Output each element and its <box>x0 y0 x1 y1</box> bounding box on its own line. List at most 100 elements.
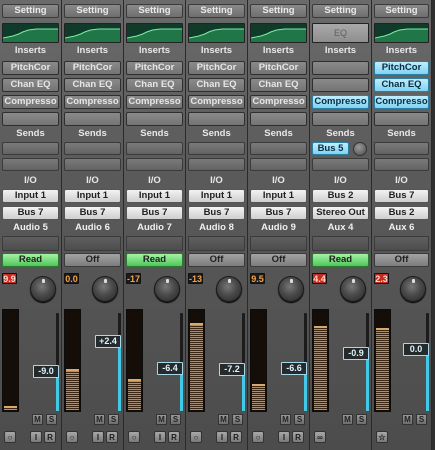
channel-name[interactable]: Audio 6 <box>64 222 121 234</box>
insert-slot[interactable]: Compresso <box>188 95 245 109</box>
insert-slot[interactable]: PitchCor <box>2 61 59 75</box>
insert-slot[interactable] <box>312 112 369 126</box>
record-button[interactable]: R <box>106 431 118 443</box>
channel-name[interactable]: Audio 7 <box>126 222 183 234</box>
peak-display[interactable]: 4.4 <box>312 273 327 284</box>
insert-slot[interactable] <box>250 112 307 126</box>
send-slot[interactable] <box>374 142 429 155</box>
pan-knob[interactable] <box>400 276 426 302</box>
insert-slot[interactable]: Chan EQ <box>250 78 307 92</box>
fader-value[interactable]: -6.6 <box>281 362 307 375</box>
send-slot[interactable] <box>250 142 307 155</box>
group-slot[interactable] <box>312 236 369 251</box>
insert-slot[interactable]: Compresso <box>374 95 429 109</box>
setting-button[interactable]: Setting <box>126 4 183 18</box>
send-slot[interactable] <box>2 158 59 171</box>
fader-value[interactable]: +2.4 <box>95 335 121 348</box>
monitor-icon[interactable]: ○ <box>190 431 202 443</box>
mute-button[interactable]: M <box>32 414 43 425</box>
channel-name[interactable]: Aux 6 <box>374 222 429 234</box>
input-monitor-button[interactable]: I <box>92 431 104 443</box>
send-level-knob[interactable] <box>353 142 367 156</box>
eq-thumbnail[interactable]: EQ <box>312 23 369 43</box>
channel-name[interactable]: Audio 5 <box>2 222 59 234</box>
setting-button[interactable]: Setting <box>188 4 245 18</box>
output-slot[interactable]: Bus 7 <box>64 206 121 220</box>
input-slot[interactable]: Input 1 <box>64 189 121 203</box>
star-icon[interactable]: ☆ <box>376 431 388 443</box>
channel-name[interactable]: Aux 4 <box>312 222 369 234</box>
automation-mode-button[interactable]: Off <box>250 253 307 267</box>
record-button[interactable]: R <box>44 431 56 443</box>
automation-mode-button[interactable]: Read <box>312 253 369 267</box>
input-slot[interactable]: Input 1 <box>126 189 183 203</box>
solo-button[interactable]: S <box>232 414 243 425</box>
setting-button[interactable]: Setting <box>64 4 121 18</box>
fader-value[interactable]: -7.2 <box>219 363 245 376</box>
fader-value[interactable]: -9.0 <box>33 365 59 378</box>
insert-slot[interactable] <box>2 112 59 126</box>
insert-slot[interactable]: Chan EQ <box>126 78 183 92</box>
insert-slot[interactable]: Chan EQ <box>64 78 121 92</box>
input-monitor-button[interactable]: I <box>278 431 290 443</box>
peak-display[interactable]: 0.0 <box>64 273 79 284</box>
monitor-icon[interactable]: ○ <box>4 431 16 443</box>
mute-button[interactable]: M <box>156 414 167 425</box>
automation-mode-button[interactable]: Off <box>188 253 245 267</box>
pan-knob[interactable] <box>216 276 242 302</box>
solo-button[interactable]: S <box>108 414 119 425</box>
eq-thumbnail[interactable] <box>64 23 121 43</box>
insert-slot[interactable]: Chan EQ <box>2 78 59 92</box>
eq-thumbnail[interactable] <box>2 23 59 43</box>
group-slot[interactable] <box>374 236 429 251</box>
input-slot[interactable]: Input 1 <box>250 189 307 203</box>
input-slot[interactable]: Bus 7 <box>374 189 429 203</box>
output-slot[interactable]: Bus 7 <box>126 206 183 220</box>
insert-slot[interactable] <box>312 61 369 75</box>
send-slot[interactable] <box>64 142 121 155</box>
insert-slot[interactable] <box>126 112 183 126</box>
solo-button[interactable]: S <box>416 414 427 425</box>
send-slot[interactable] <box>374 158 429 171</box>
group-slot[interactable] <box>64 236 121 251</box>
monitor-icon[interactable]: ○ <box>128 431 140 443</box>
peak-display[interactable]: 9.9 <box>2 273 17 284</box>
pan-knob[interactable] <box>92 276 118 302</box>
send-slot[interactable] <box>2 142 59 155</box>
channel-name[interactable]: Audio 9 <box>250 222 307 234</box>
insert-slot[interactable]: Compresso <box>126 95 183 109</box>
channel-name[interactable]: Audio 8 <box>188 222 245 234</box>
fader-value[interactable]: 0.0 <box>403 343 429 356</box>
output-slot[interactable]: Bus 7 <box>188 206 245 220</box>
send-slot[interactable] <box>250 158 307 171</box>
insert-slot[interactable]: PitchCor <box>374 61 429 75</box>
mute-button[interactable]: M <box>218 414 229 425</box>
solo-button[interactable]: S <box>356 414 367 425</box>
setting-button[interactable]: Setting <box>312 4 369 18</box>
mute-button[interactable]: M <box>280 414 291 425</box>
solo-button[interactable]: S <box>46 414 57 425</box>
input-monitor-button[interactable]: I <box>30 431 42 443</box>
group-slot[interactable] <box>188 236 245 251</box>
send-slot[interactable] <box>64 158 121 171</box>
input-slot[interactable]: Input 1 <box>2 189 59 203</box>
automation-mode-button[interactable]: Off <box>64 253 121 267</box>
setting-button[interactable]: Setting <box>250 4 307 18</box>
send-slot[interactable] <box>188 142 245 155</box>
group-slot[interactable] <box>2 236 59 251</box>
send-slot[interactable] <box>312 158 369 171</box>
eq-thumbnail[interactable] <box>126 23 183 43</box>
insert-slot[interactable]: PitchCor <box>126 61 183 75</box>
link-icon[interactable]: ∞ <box>314 431 326 443</box>
record-button[interactable]: R <box>168 431 180 443</box>
volume-fader[interactable] <box>366 313 369 411</box>
input-monitor-button[interactable]: I <box>216 431 228 443</box>
monitor-icon[interactable]: ○ <box>66 431 78 443</box>
insert-slot[interactable]: PitchCor <box>64 61 121 75</box>
insert-slot[interactable] <box>188 112 245 126</box>
insert-slot[interactable]: Compresso <box>250 95 307 109</box>
solo-button[interactable]: S <box>170 414 181 425</box>
record-button[interactable]: R <box>292 431 304 443</box>
volume-fader[interactable] <box>426 313 429 411</box>
input-slot[interactable]: Bus 2 <box>312 189 369 203</box>
